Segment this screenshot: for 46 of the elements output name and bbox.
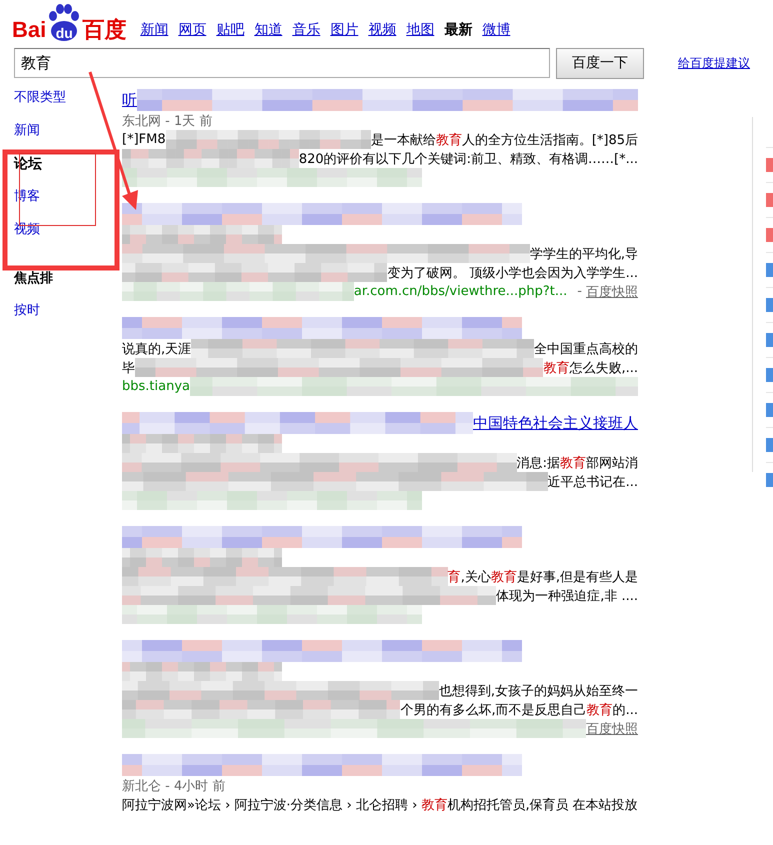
result-source: 东北网 - 1天 前	[122, 112, 212, 130]
result-url: bbs.tianya	[122, 379, 190, 394]
logo-text: 百度	[82, 18, 126, 42]
result-snippet: 阿拉宁波网»论坛 › 阿拉宁波·分类信息 › 北仑招聘 › 教育机构招托管员,保育员 在本站投放	[122, 796, 638, 814]
sort-option[interactable]: 按时	[14, 302, 40, 320]
sort-option[interactable]: 焦点排	[14, 270, 53, 288]
result-snippet: 学学生的平均化,导	[530, 246, 638, 262]
nav-link[interactable]: 音乐	[292, 21, 320, 39]
result-snippet: 毕	[122, 360, 135, 376]
result-snippet: 教育怎么失败,...	[543, 360, 638, 376]
result-snippet: 消息:据教育部网站消	[516, 454, 638, 472]
result-snippet: 全中国重点高校的	[534, 340, 638, 358]
nav-link[interactable]: 图片	[330, 21, 358, 39]
nav-link[interactable]: 网页	[178, 21, 206, 39]
result-snippet: 也想得到,女孩子的妈妈从始至终一	[438, 682, 638, 700]
cache-link[interactable]: 百度快照	[586, 282, 638, 300]
sidebar-item[interactable]: 新闻	[14, 122, 40, 155]
separator-text: -	[577, 284, 582, 299]
result-url: ar.com.cn/bbs/viewthre...php?t...	[354, 284, 568, 299]
nav-link[interactable]: 地图	[406, 21, 434, 39]
nav-link[interactable]: 新闻	[140, 21, 168, 39]
result-snippet: 820的评价有以下几个关键词:前卫、精致、有格调……[*...	[298, 150, 638, 168]
cache-link[interactable]: 百度快照	[586, 720, 638, 738]
paw-logo-icon	[47, 4, 82, 42]
result-snippet: 说真的,天涯	[122, 340, 192, 358]
result-title[interactable]: 中国特色社会主义接班人	[473, 414, 638, 432]
result-snippet: 变为了破网。 顶级小学也会因为入学学生...	[387, 264, 638, 282]
feedback-link[interactable]: 给百度提建议	[678, 54, 750, 72]
result-title[interactable]: 听	[122, 90, 137, 110]
search-button[interactable]: 百度一下	[556, 48, 644, 78]
nav-link[interactable]: 贴吧	[216, 21, 244, 39]
logo-text: du	[54, 25, 74, 41]
result-snippet: [*]FM8	[122, 132, 166, 147]
sidebar-item[interactable]: 不限类型	[14, 89, 66, 122]
nav-link[interactable]: 最新	[444, 21, 472, 39]
result-snippet: 近平总书记在...	[548, 474, 638, 490]
result-snippet: 育,关心教育是好事,但是有些人是	[448, 568, 638, 586]
nav-link[interactable]: 知道	[254, 21, 282, 39]
result-snippet: 体现为一种强迫症,非 ....	[496, 588, 638, 604]
nav-link[interactable]: 微博	[482, 21, 510, 39]
result-snippet: 个男的有多么坏,而不是反思自己教育的...	[400, 702, 638, 718]
result-source: 新北仑 - 4小时 前	[122, 778, 226, 794]
search-field[interactable]: 教育	[14, 48, 550, 78]
logo-text: Bai	[12, 18, 46, 42]
nav-link[interactable]: 视频	[368, 21, 396, 39]
result-snippet: 是一本献给教育人的全方位生活指南。[*]85后	[370, 132, 638, 148]
